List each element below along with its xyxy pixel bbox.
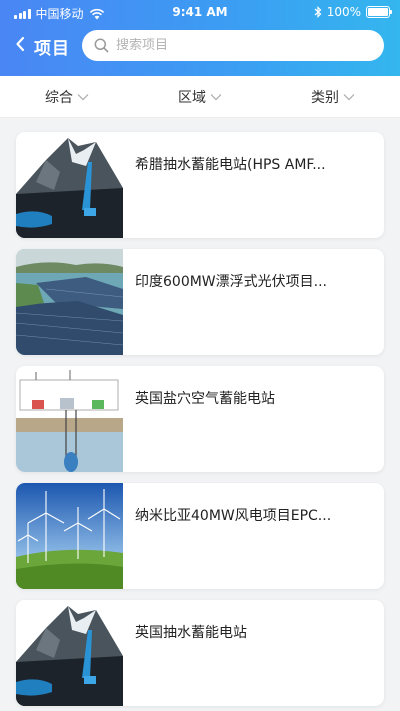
filter-region[interactable]: 区域 xyxy=(178,76,222,118)
filter-label: 类别 xyxy=(311,90,339,106)
filter-label: 区域 xyxy=(178,90,206,106)
search-box[interactable] xyxy=(82,30,384,61)
app-header: 中国移动 9:41 AM 100% 项目 xyxy=(0,0,400,76)
status-bar: 中国移动 9:41 AM 100% xyxy=(0,0,400,24)
bluetooth-icon xyxy=(314,6,322,18)
project-card[interactable]: 希腊抽水蓄能电站(HPS AMF... xyxy=(16,132,384,238)
project-title: 英国抽水蓄能电站 xyxy=(135,625,247,641)
page-title: 项目 xyxy=(34,39,70,59)
project-card[interactable]: 纳米比亚40MW风电项目EPC... xyxy=(16,483,384,589)
back-button[interactable] xyxy=(10,32,30,56)
project-thumbnail-salt-cavern-diagram xyxy=(16,366,123,472)
project-title: 印度600MW漂浮式光伏项目... xyxy=(135,274,327,290)
filter-label: 综合 xyxy=(45,90,73,106)
search-icon xyxy=(94,38,109,53)
chevron-down-icon xyxy=(77,94,89,101)
project-title: 纳米比亚40MW风电项目EPC... xyxy=(135,508,332,524)
project-thumbnail-mountain-reservoir xyxy=(16,600,123,706)
project-thumbnail-wind-farm xyxy=(16,483,123,589)
project-thumbnail-mountain-reservoir xyxy=(16,132,123,238)
status-right: 100% xyxy=(314,5,392,19)
chevron-down-icon xyxy=(210,94,222,101)
project-card[interactable]: 英国抽水蓄能电站 xyxy=(16,600,384,706)
chevron-left-icon xyxy=(16,36,25,52)
project-title: 英国盐穴空气蓄能电站 xyxy=(135,391,275,407)
project-card[interactable]: 英国盐穴空气蓄能电站 xyxy=(16,366,384,472)
chevron-down-icon xyxy=(343,94,355,101)
project-list: 希腊抽水蓄能电站(HPS AMF... 印度600MW漂浮式光伏项目... 英国… xyxy=(16,132,384,711)
battery-percent: 100% xyxy=(326,5,361,19)
filter-category[interactable]: 类别 xyxy=(311,76,355,118)
project-title: 希腊抽水蓄能电站(HPS AMF... xyxy=(135,157,326,173)
search-input[interactable] xyxy=(116,38,356,53)
battery-icon xyxy=(366,6,392,18)
filter-comprehensive[interactable]: 综合 xyxy=(45,76,89,118)
project-card[interactable]: 印度600MW漂浮式光伏项目... xyxy=(16,249,384,355)
project-thumbnail-floating-solar xyxy=(16,249,123,355)
filter-bar: 综合 区域 类别 xyxy=(0,76,400,118)
